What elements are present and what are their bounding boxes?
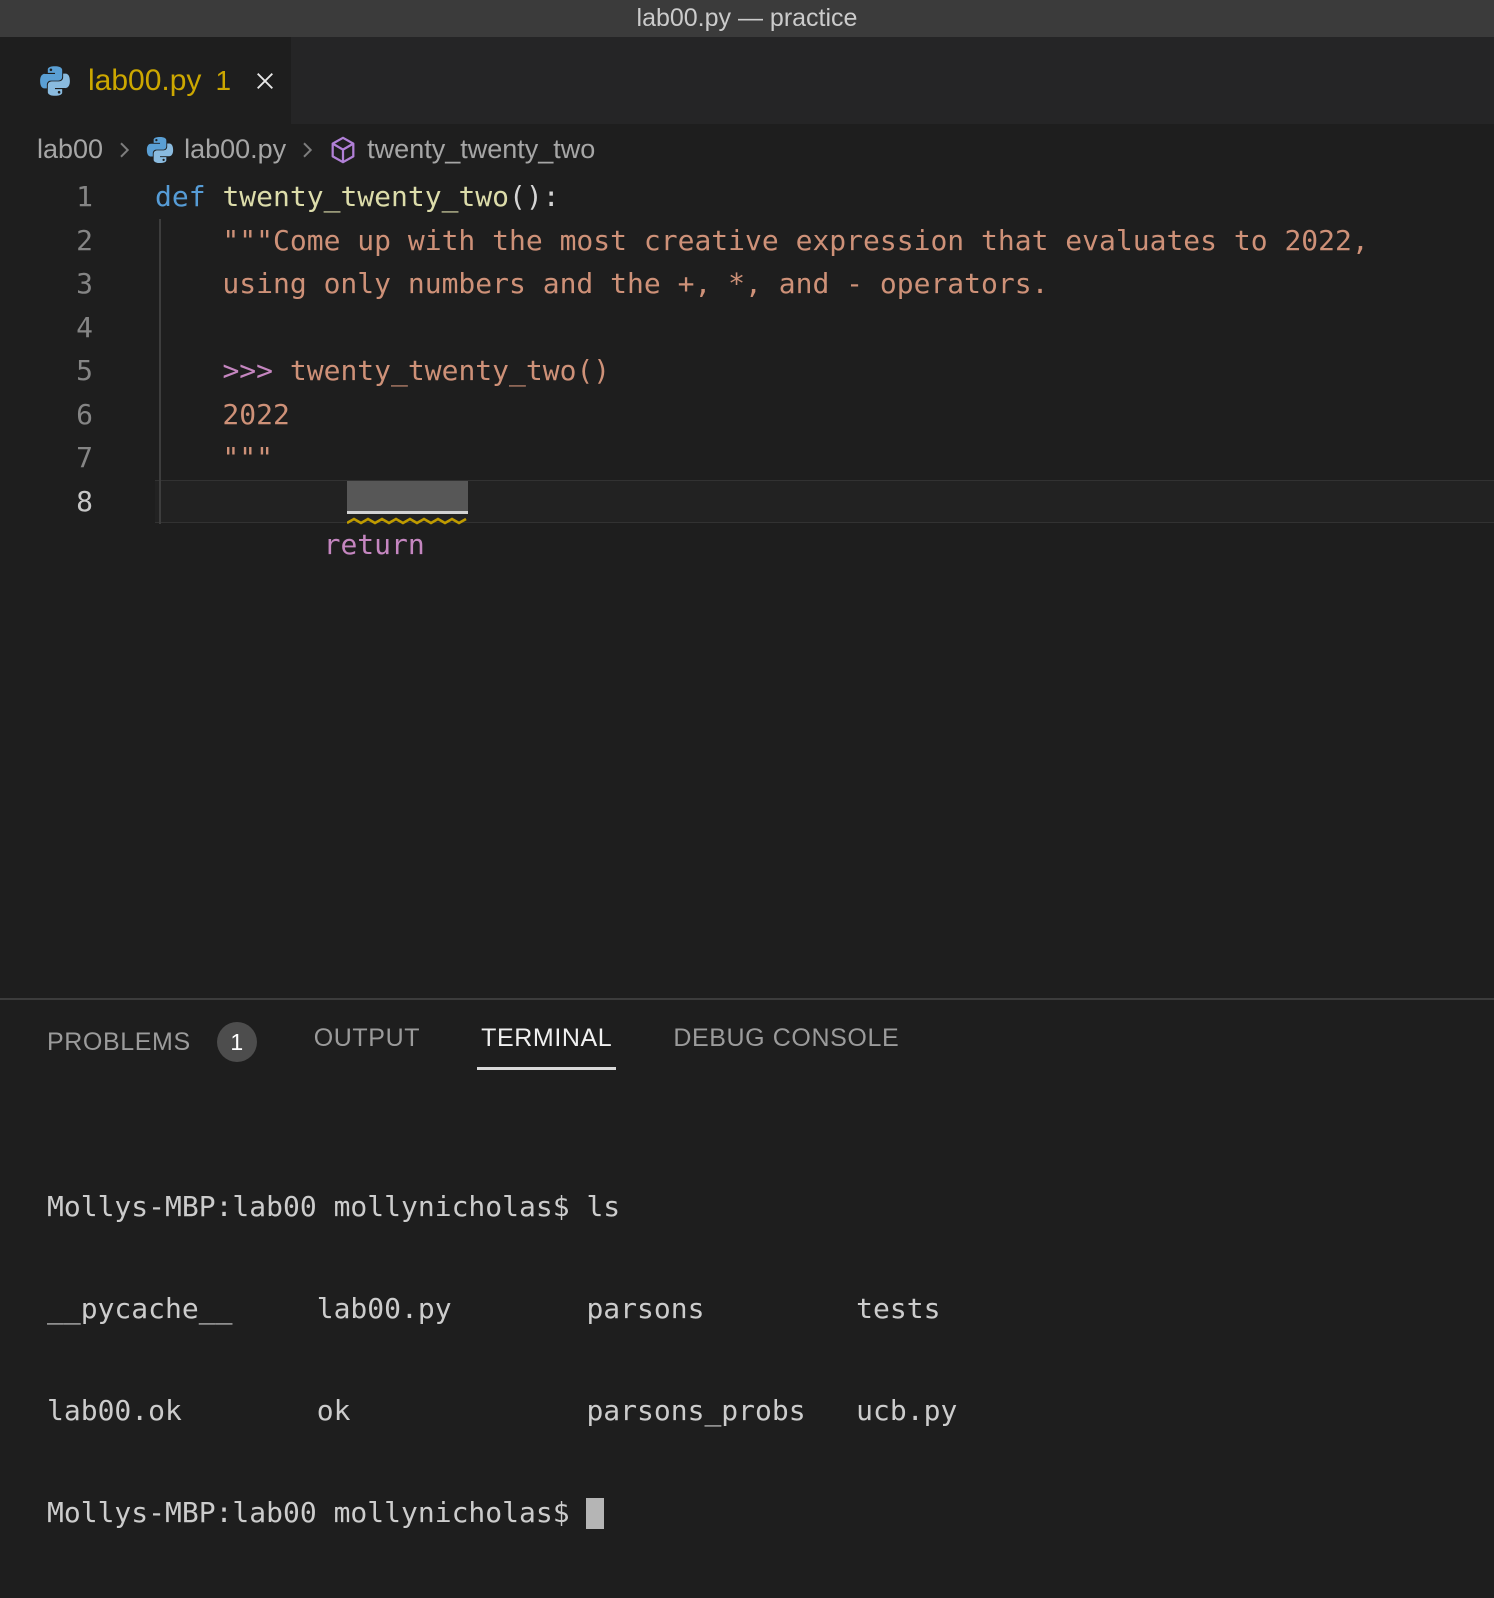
- python-icon: [145, 135, 175, 165]
- tab-problem-count: 1: [215, 65, 231, 97]
- code-line[interactable]: 2 """Come up with the most creative expr…: [0, 219, 1494, 263]
- breadcrumb-item-symbol[interactable]: twenty_twenty_two: [367, 134, 595, 165]
- terminal-line: Mollys-MBP:lab00 mollynicholas$ ls: [47, 1190, 957, 1224]
- code-line[interactable]: 3 using only numbers and the +, *, and -…: [0, 262, 1494, 306]
- close-icon: [252, 68, 278, 94]
- code-editor[interactable]: 1 def twenty_twenty_two(): 2 """Come up …: [0, 175, 1494, 998]
- problems-label: PROBLEMS: [47, 1028, 191, 1057]
- line-number: 1: [0, 175, 155, 219]
- line-number: 6: [0, 393, 155, 437]
- window-title: lab00.py — practice: [637, 4, 858, 33]
- editor-tab-lab00[interactable]: lab00.py 1: [0, 37, 291, 124]
- chevron-right-icon: [112, 138, 136, 162]
- terminal-line: __pycache__ lab00.py parsons tests: [47, 1292, 957, 1326]
- panel-tab-bar: PROBLEMS 1 OUTPUT TERMINAL DEBUG CONSOLE: [0, 1000, 1494, 1070]
- line-number: 5: [0, 349, 155, 393]
- chevron-right-icon: [295, 138, 319, 162]
- title-bar: lab00.py — practice: [0, 0, 1494, 37]
- code-line[interactable]: 1 def twenty_twenty_two():: [0, 175, 1494, 219]
- code-line[interactable]: 7 """: [0, 436, 1494, 480]
- line-number: 2: [0, 219, 155, 263]
- breadcrumb-item-folder[interactable]: lab00: [37, 134, 103, 165]
- breadcrumb: lab00 lab00.py twenty_twenty_two: [0, 124, 1494, 175]
- terminal-prompt: Mollys-MBP:lab00 mollynicholas$: [47, 1496, 586, 1529]
- problems-count-badge: 1: [217, 1022, 257, 1062]
- terminal-line: lab00.ok ok parsons_probs ucb.py: [47, 1394, 957, 1428]
- line-number: 3: [0, 262, 155, 306]
- selection-highlight: [347, 481, 468, 514]
- line-number: 4: [0, 306, 155, 350]
- bottom-panel: PROBLEMS 1 OUTPUT TERMINAL DEBUG CONSOLE…: [0, 1000, 1494, 1354]
- breadcrumb-item-file[interactable]: lab00.py: [184, 134, 286, 165]
- code-line-current[interactable]: 8 return: [0, 480, 1494, 524]
- code-line[interactable]: 5 >>> twenty_twenty_two(): [0, 349, 1494, 393]
- terminal-prompt-line: Mollys-MBP:lab00 mollynicholas$: [47, 1496, 957, 1530]
- tab-output[interactable]: OUTPUT: [314, 1024, 420, 1070]
- python-icon: [38, 64, 72, 98]
- tab-debug-console[interactable]: DEBUG CONSOLE: [673, 1024, 899, 1070]
- tab-filename: lab00.py: [88, 64, 201, 98]
- indent-guide: [159, 219, 161, 524]
- terminal-output[interactable]: Mollys-MBP:lab00 mollynicholas$ ls __pyc…: [47, 1122, 957, 1598]
- code-line[interactable]: 6 2022: [0, 393, 1494, 437]
- editor-tab-strip: lab00.py 1: [0, 37, 1494, 124]
- warning-squiggle: [347, 517, 468, 525]
- tab-close-button[interactable]: [251, 67, 279, 95]
- terminal-cursor: [586, 1498, 604, 1529]
- tab-problems[interactable]: PROBLEMS 1: [47, 1022, 257, 1070]
- tab-terminal[interactable]: TERMINAL: [477, 1024, 616, 1070]
- line-number: 8: [0, 480, 155, 524]
- symbol-method-icon: [328, 135, 358, 165]
- code-line[interactable]: 4: [0, 306, 1494, 350]
- line-number: 7: [0, 436, 155, 480]
